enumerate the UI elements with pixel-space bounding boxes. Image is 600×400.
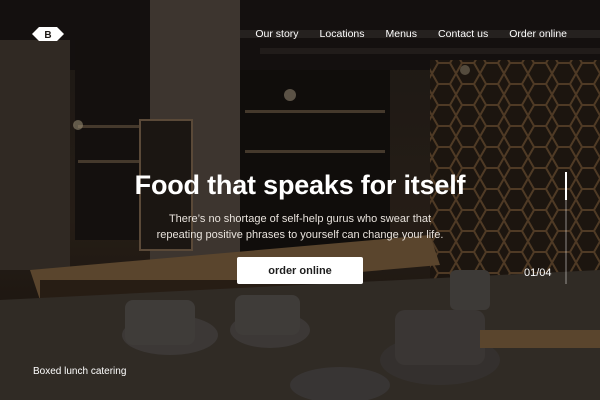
- hero-section: B Our story Locations Menus Contact us O…: [0, 0, 600, 400]
- slide-counter: 01/04: [524, 267, 552, 279]
- slide-progress-fill: [565, 172, 567, 200]
- nav-item-contact-us[interactable]: Contact us: [438, 28, 488, 40]
- nav-item-menus[interactable]: Menus: [386, 28, 418, 40]
- nav-item-locations[interactable]: Locations: [320, 28, 365, 40]
- main-navigation: Our story Locations Menus Contact us Ord…: [234, 28, 567, 40]
- hero-subtext: There’s no shortage of self-help gurus w…: [156, 213, 444, 241]
- nav-item-order-online[interactable]: Order online: [509, 28, 567, 40]
- nav-item-our-story[interactable]: Our story: [255, 28, 298, 40]
- slide-caption: Boxed lunch catering: [33, 366, 127, 377]
- order-online-button[interactable]: order online: [237, 257, 363, 284]
- logo-letter: B: [44, 30, 51, 41]
- hero-headline: Food that speaks for itself: [134, 170, 466, 200]
- brand-logo[interactable]: B: [32, 24, 64, 44]
- slide-progress-track[interactable]: [565, 172, 567, 284]
